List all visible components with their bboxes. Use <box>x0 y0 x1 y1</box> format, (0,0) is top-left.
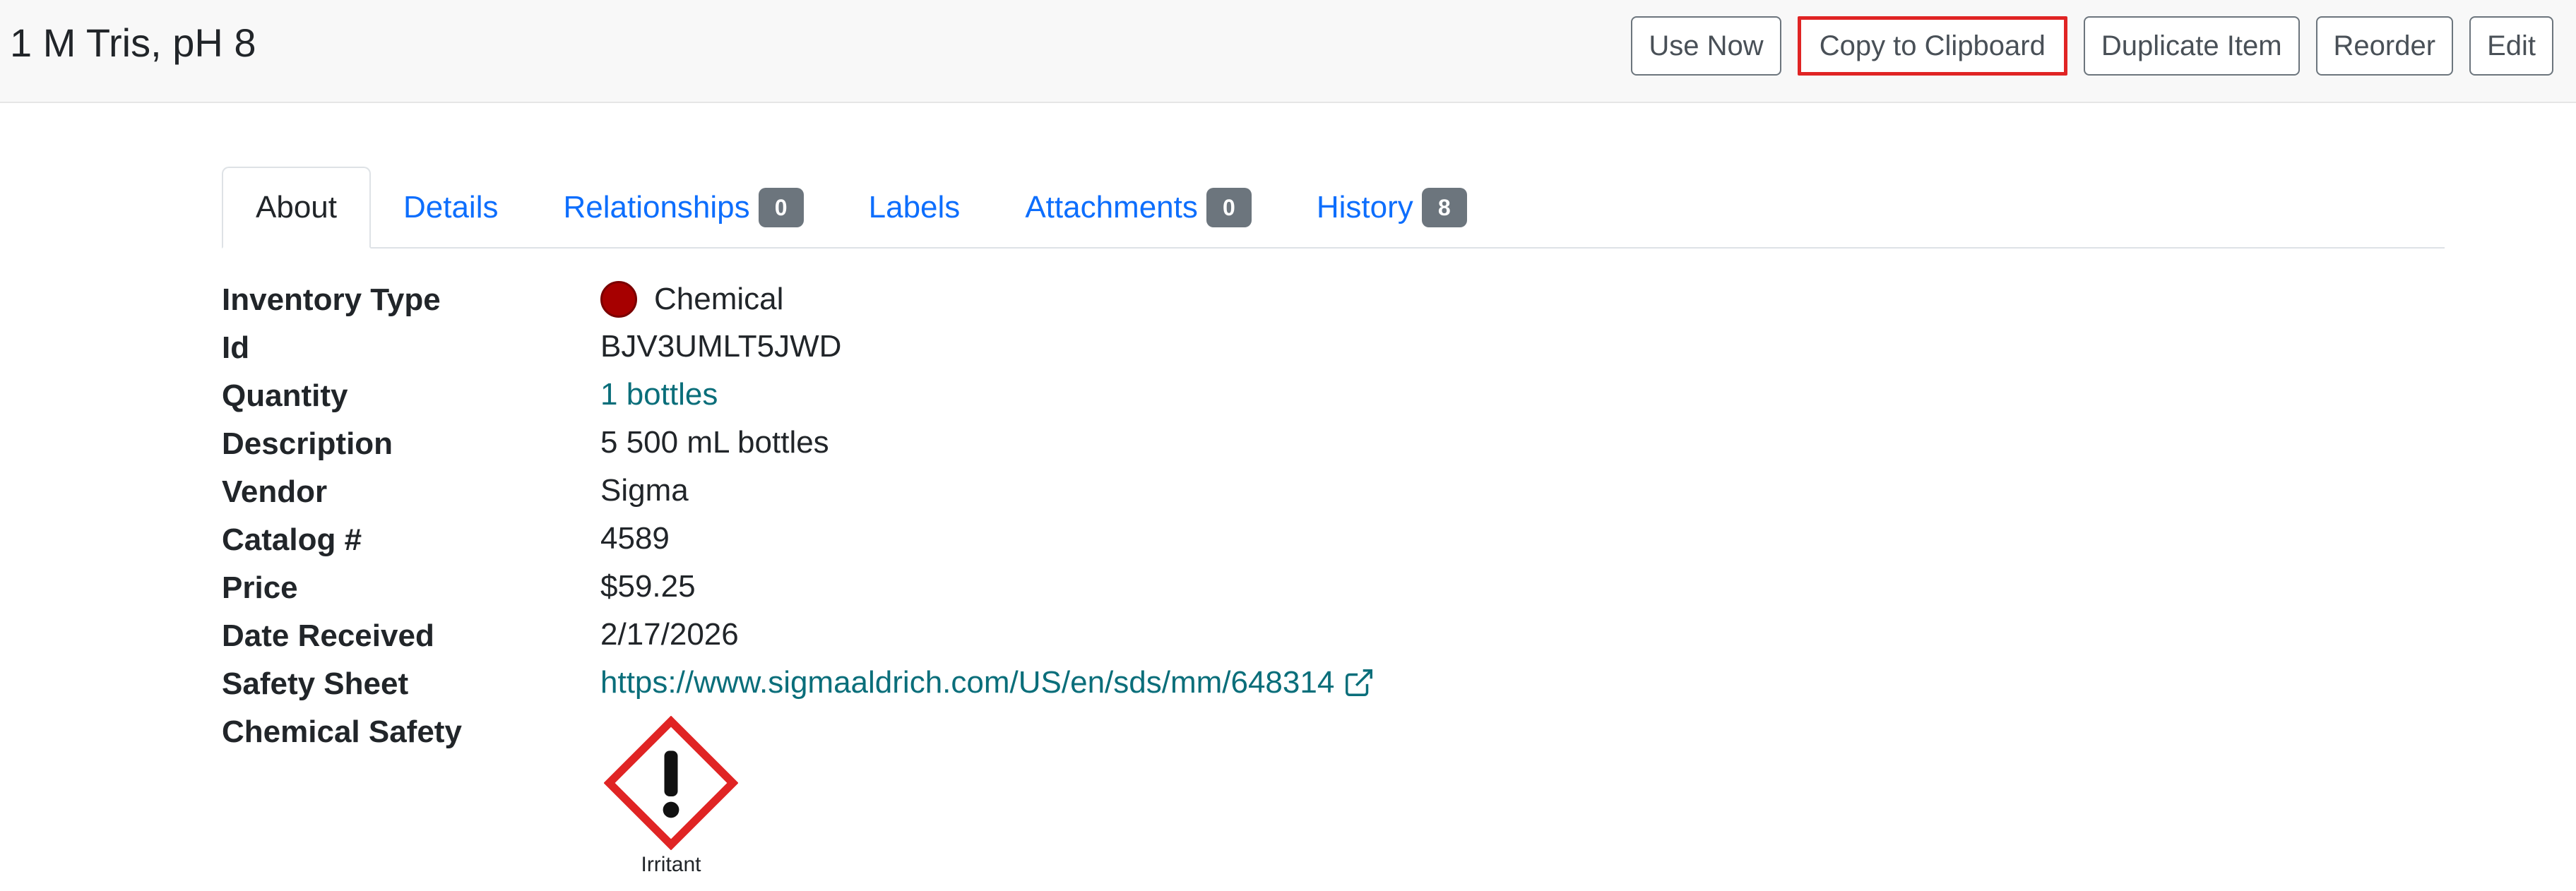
action-toolbar: Use Now Copy to Clipboard Duplicate Item… <box>1631 16 2553 76</box>
tab-about[interactable]: About <box>222 167 371 249</box>
edit-button[interactable]: Edit <box>2469 16 2553 76</box>
tab-attachments[interactable]: Attachments 0 <box>992 167 1284 249</box>
price-value: $59.25 <box>600 569 696 604</box>
field-label: Id <box>222 330 250 365</box>
tab-label: Labels <box>868 190 961 225</box>
tab-label: About <box>256 190 337 225</box>
tab-label: Details <box>403 190 499 225</box>
page-title: 1 M Tris, pH 8 <box>10 20 256 65</box>
quantity-link[interactable]: 1 bottles <box>600 377 718 412</box>
duplicate-item-button[interactable]: Duplicate Item <box>2083 16 2300 76</box>
field-label: Catalog # <box>222 522 362 557</box>
tab-details[interactable]: Details <box>371 167 531 249</box>
external-link-icon[interactable] <box>1343 666 1375 699</box>
safety-sheet-link[interactable]: https://www.sigmaaldrich.com/US/en/sds/m… <box>600 665 1334 700</box>
reorder-button[interactable]: Reorder <box>2315 16 2454 76</box>
field-label: Chemical Safety <box>222 714 462 749</box>
page-header: 1 M Tris, pH 8 Use Now Copy to Clipboard… <box>0 0 2576 103</box>
count-badge: 8 <box>1421 188 1467 227</box>
field-label: Quantity <box>222 378 348 413</box>
field-label: Description <box>222 426 393 461</box>
tab-bar: About Details Relationships 0 Labels Att… <box>222 167 2445 249</box>
description-value: 5 500 mL bottles <box>600 425 829 460</box>
tab-relationships[interactable]: Relationships 0 <box>530 167 836 249</box>
tab-history[interactable]: History 8 <box>1284 167 1500 249</box>
date-received-value: 2/17/2026 <box>600 617 739 652</box>
inventory-type-value: Chemical <box>654 282 784 316</box>
tab-labels[interactable]: Labels <box>836 167 993 249</box>
count-badge: 0 <box>758 188 804 227</box>
tab-label: Attachments <box>1025 190 1198 225</box>
tab-label: Relationships <box>563 190 750 225</box>
field-label: Vendor <box>222 474 328 509</box>
ghs-pictogram: Irritant <box>600 716 742 877</box>
id-value: BJV3UMLT5JWD <box>600 329 842 364</box>
tab-label: History <box>1316 190 1413 225</box>
use-now-button[interactable]: Use Now <box>1631 16 1781 76</box>
catalog-value: 4589 <box>600 521 670 556</box>
exclamation-mark-hazard-icon <box>604 716 738 850</box>
inventory-type-color-dot-icon <box>600 281 637 318</box>
field-label: Price <box>222 570 298 605</box>
field-label: Safety Sheet <box>222 666 409 701</box>
copy-to-clipboard-button[interactable]: Copy to Clipboard <box>1797 16 2067 76</box>
field-label: Date Received <box>222 618 434 653</box>
count-badge: 0 <box>1206 188 1252 227</box>
vendor-value: Sigma <box>600 473 689 508</box>
field-value: Chemical <box>600 281 783 318</box>
field-label: Inventory Type <box>222 282 441 317</box>
pictogram-caption: Irritant <box>641 853 701 876</box>
